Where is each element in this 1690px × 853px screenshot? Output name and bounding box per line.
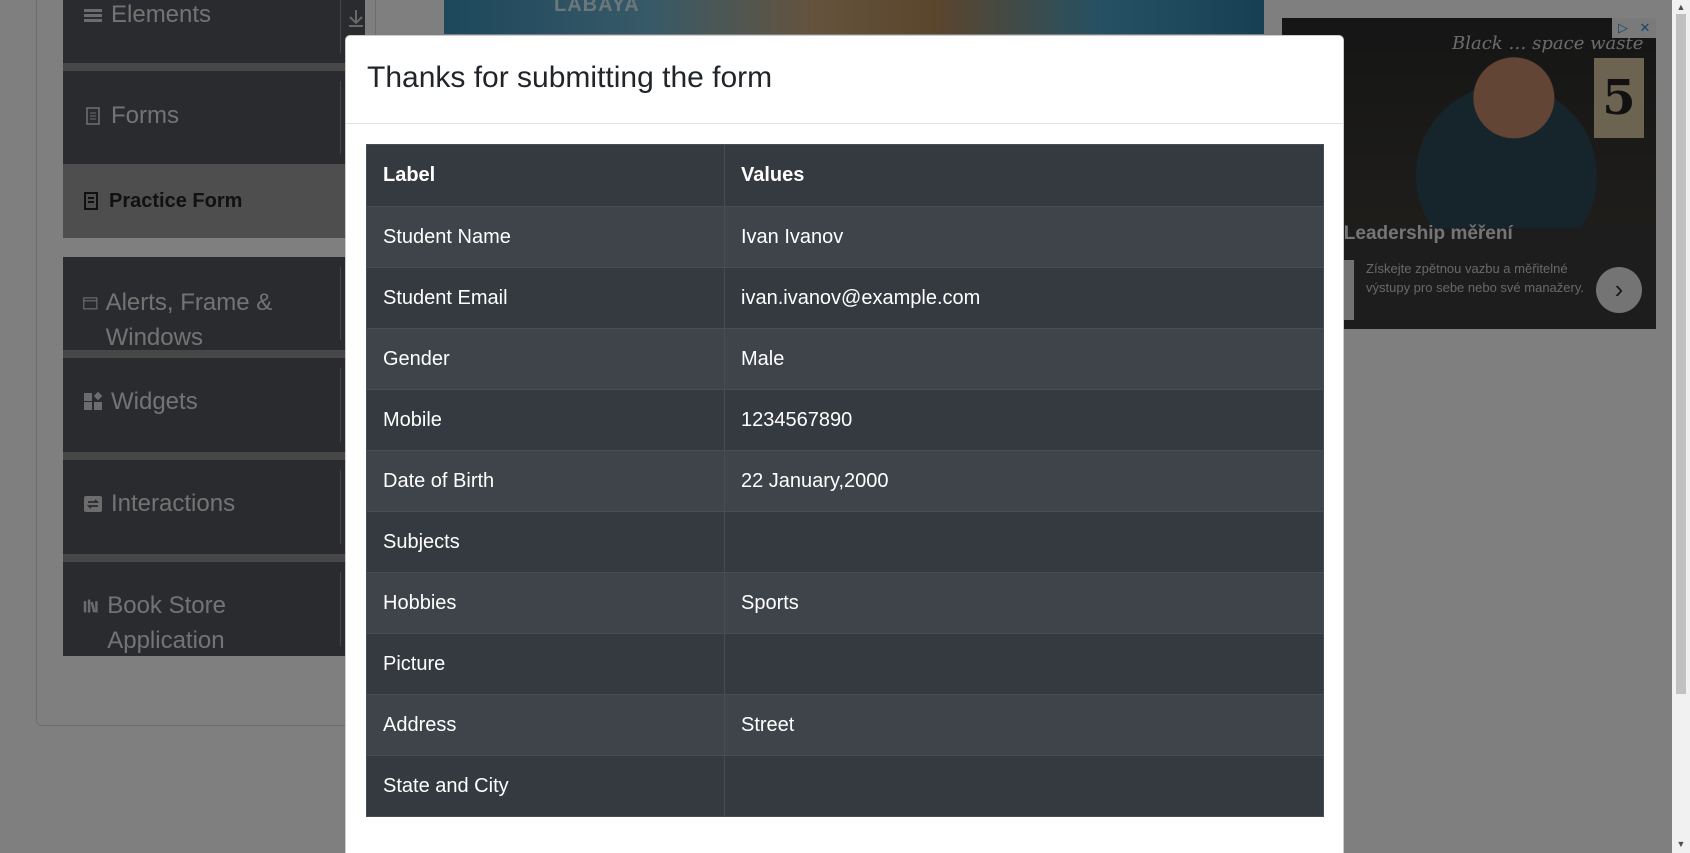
row-value xyxy=(724,633,1324,695)
row-label: State and City xyxy=(366,755,725,817)
table-row: State and City xyxy=(366,755,1324,817)
row-label: Mobile xyxy=(366,389,725,451)
row-label: Hobbies xyxy=(366,572,725,634)
row-value: Street xyxy=(724,694,1324,756)
row-value xyxy=(724,511,1324,573)
column-header-values: Values xyxy=(724,144,1324,207)
row-value: Male xyxy=(724,328,1324,390)
modal-title: Thanks for submitting the form xyxy=(367,61,773,94)
table-header-row: Label Values xyxy=(366,144,1324,207)
row-value: 22 January,2000 xyxy=(724,450,1324,512)
results-table: Label Values Student Name Ivan Ivanov St… xyxy=(366,144,1324,817)
table-row: Mobile 1234567890 xyxy=(366,389,1324,451)
scroll-down-icon[interactable]: ▼ xyxy=(1676,838,1686,850)
row-label: Student Email xyxy=(366,267,725,329)
modal-body: Label Values Student Name Ivan Ivanov St… xyxy=(346,124,1343,817)
row-value: 1234567890 xyxy=(724,389,1324,451)
table-row: Student Name Ivan Ivanov xyxy=(366,206,1324,268)
row-value: Sports xyxy=(724,572,1324,634)
table-row: Picture xyxy=(366,633,1324,695)
table-row: Hobbies Sports xyxy=(366,572,1324,634)
table-row: Address Street xyxy=(366,694,1324,756)
row-label: Gender xyxy=(366,328,725,390)
column-header-label: Label xyxy=(366,144,725,207)
table-row: Date of Birth 22 January,2000 xyxy=(366,450,1324,512)
table-row: Subjects xyxy=(366,511,1324,573)
row-label: Address xyxy=(366,694,725,756)
row-value xyxy=(724,755,1324,817)
row-label: Picture xyxy=(366,633,725,695)
scroll-up-icon[interactable]: ▲ xyxy=(1676,1,1686,13)
scrollbar-thumb[interactable] xyxy=(1676,14,1686,694)
row-label: Subjects xyxy=(366,511,725,573)
row-label: Date of Birth xyxy=(366,450,725,512)
row-value: Ivan Ivanov xyxy=(724,206,1324,268)
modal-header: Thanks for submitting the form xyxy=(346,36,1343,124)
scrollbar[interactable]: ▲ ▼ xyxy=(1672,0,1690,853)
row-value: ivan.ivanov@example.com xyxy=(724,267,1324,329)
submission-modal: Thanks for submitting the form Label Val… xyxy=(345,35,1344,853)
table-row: Student Email ivan.ivanov@example.com xyxy=(366,267,1324,329)
table-row: Gender Male xyxy=(366,328,1324,390)
row-label: Student Name xyxy=(366,206,725,268)
